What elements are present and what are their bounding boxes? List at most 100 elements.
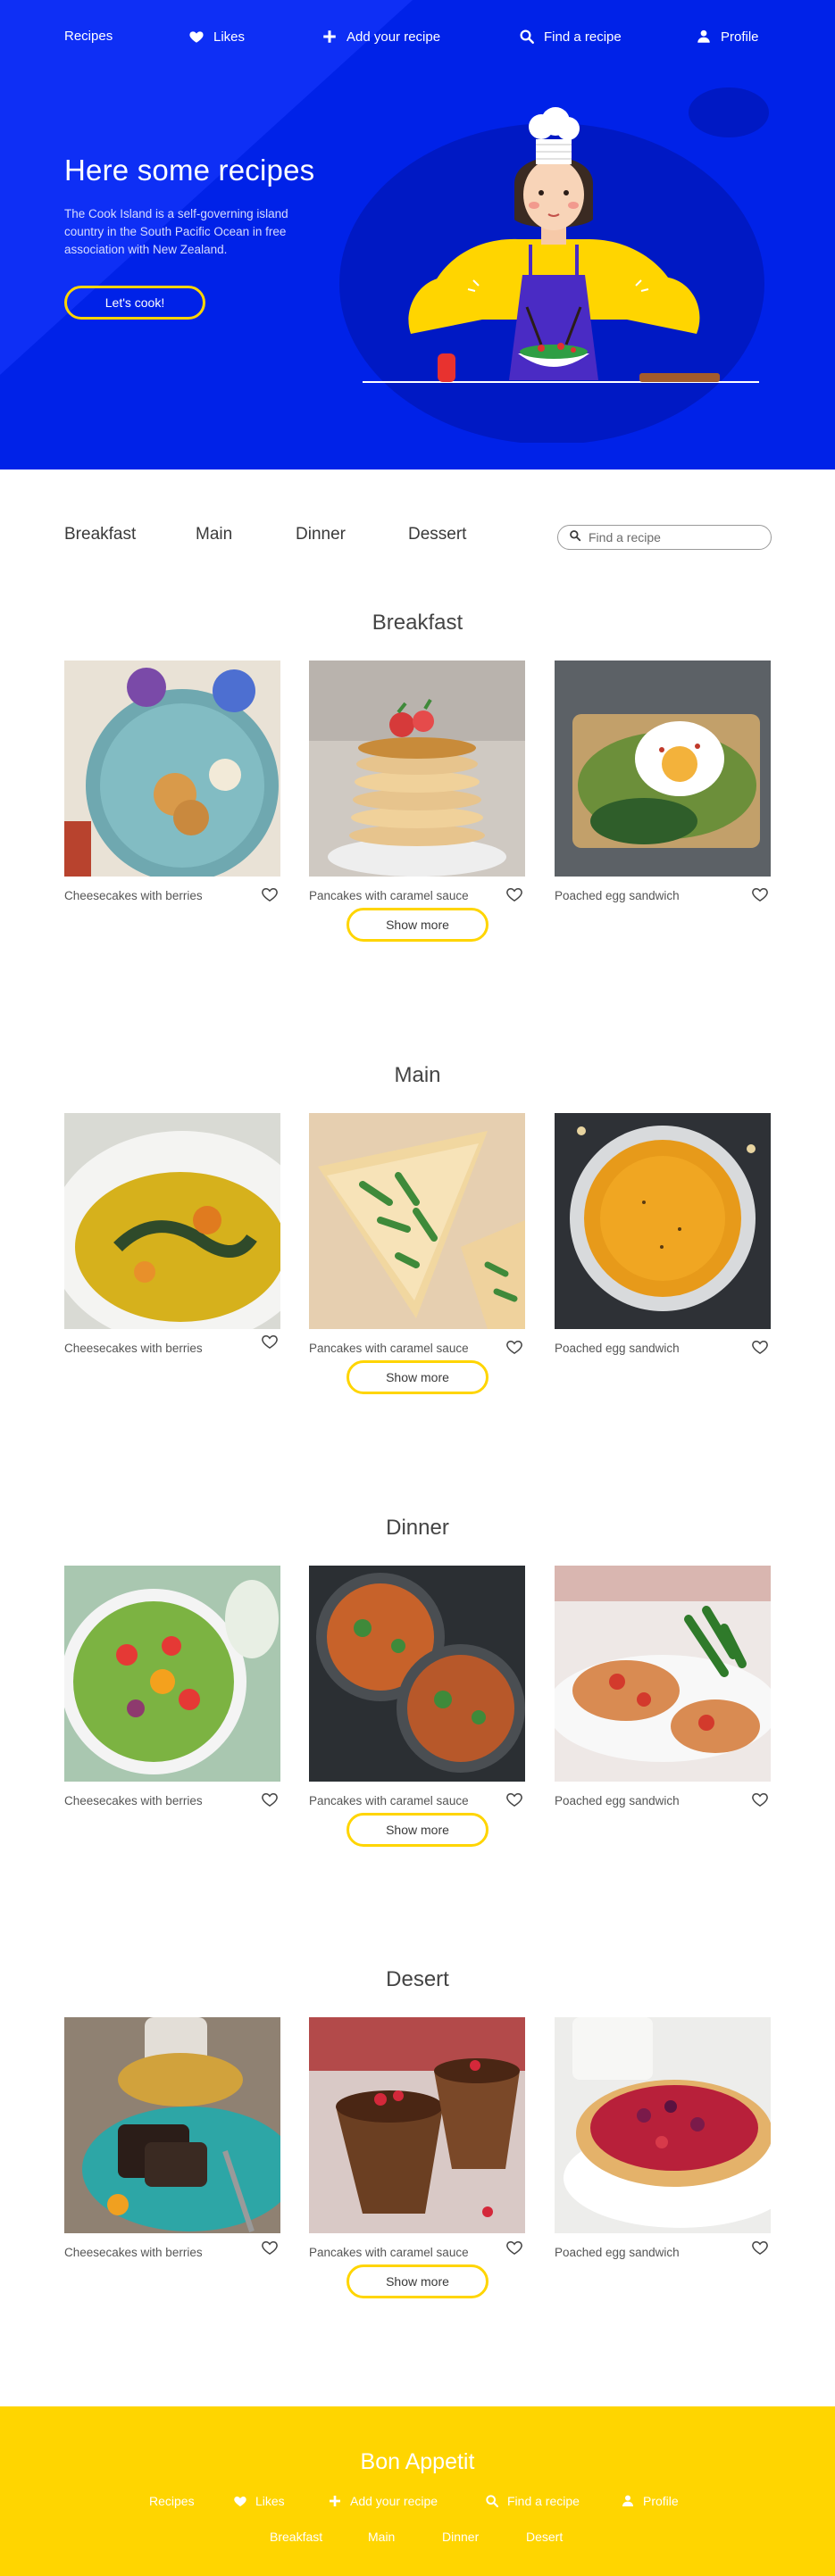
nav-find-recipe-label: Find a recipe <box>544 29 622 45</box>
heart-outline-icon[interactable] <box>751 885 769 903</box>
heart-outline-icon[interactable] <box>505 2239 523 2256</box>
lets-cook-button[interactable]: Let's cook! <box>64 286 205 320</box>
user-icon <box>621 2494 635 2508</box>
show-more-button[interactable]: Show more <box>347 1813 488 1847</box>
recipe-photo[interactable] <box>309 661 525 877</box>
recipe-photo[interactable] <box>64 661 280 877</box>
recipe-card: Cheesecakes with berries <box>64 661 280 902</box>
heart-outline-icon[interactable] <box>505 1791 523 1808</box>
nav-find-recipe[interactable]: Find a recipe <box>519 29 622 45</box>
recipe-card: Cheesecakes with berries <box>64 2017 280 2259</box>
footer-nav-add-recipe-label: Add your recipe <box>350 2494 438 2508</box>
recipe-card: Pancakes with caramel sauce <box>309 661 525 902</box>
recipe-card: Pancakes with caramel sauce <box>309 2017 525 2259</box>
footer-nav-likes[interactable]: Likes <box>233 2494 285 2508</box>
recipe-photo[interactable] <box>309 1113 525 1329</box>
section-title: Desert <box>386 1967 449 1991</box>
nav-profile-label: Profile <box>721 29 759 45</box>
recipe-caption: Poached egg sandwich <box>555 1342 680 1355</box>
recipe-caption: Pancakes with caramel sauce <box>309 889 469 902</box>
footer-link-desert[interactable]: Desert <box>526 2530 563 2544</box>
recipe-caption: Pancakes with caramel sauce <box>309 1794 469 1807</box>
footer-nav-find-recipe-label: Find a recipe <box>507 2494 580 2508</box>
hero-title: Here some recipes <box>64 154 315 187</box>
heart-outline-icon[interactable] <box>261 2239 279 2256</box>
top-nav: Recipes Likes Add your recipe Find a rec… <box>0 0 835 75</box>
recipe-photo[interactable] <box>309 2017 525 2233</box>
section-desert: Desert Cheesecakes with berries Pancakes… <box>0 1967 835 2360</box>
recipe-caption: Cheesecakes with berries <box>64 1794 203 1807</box>
show-more-button[interactable]: Show more <box>347 2264 488 2298</box>
recipe-caption: Cheesecakes with berries <box>64 889 203 902</box>
footer-nav-add-recipe[interactable]: Add your recipe <box>328 2494 438 2508</box>
recipe-photo[interactable] <box>64 1566 280 1782</box>
recipe-photo[interactable] <box>309 1566 525 1782</box>
recipe-photo[interactable] <box>64 2017 280 2233</box>
recipe-caption: Pancakes with caramel sauce <box>309 1342 469 1355</box>
section-breakfast: Breakfast Cheesecakes with berries Panca… <box>0 611 835 1003</box>
tab-breakfast[interactable]: Breakfast <box>64 525 136 544</box>
plus-icon <box>328 2494 342 2508</box>
heart-icon <box>188 29 205 45</box>
recipe-caption: Poached egg sandwich <box>555 889 680 902</box>
footer-link-dinner[interactable]: Dinner <box>442 2530 479 2544</box>
recipe-caption: Poached egg sandwich <box>555 1794 680 1807</box>
nav-recipes[interactable]: Recipes <box>64 29 113 44</box>
heart-icon <box>233 2494 247 2508</box>
nav-likes[interactable]: Likes <box>188 29 245 45</box>
heart-outline-icon[interactable] <box>751 1791 769 1808</box>
recipe-photo[interactable] <box>64 1113 280 1329</box>
recipe-card: Cheesecakes with berries <box>64 1113 280 1355</box>
footer-nav-recipes[interactable]: Recipes <box>149 2494 195 2508</box>
footer-nav-find-recipe[interactable]: Find a recipe <box>485 2494 580 2508</box>
footer-nav-profile[interactable]: Profile <box>621 2494 679 2508</box>
nav-add-recipe-label: Add your recipe <box>347 29 441 45</box>
recipe-card: Pancakes with caramel sauce <box>309 1566 525 1807</box>
show-more-button[interactable]: Show more <box>347 908 488 942</box>
user-icon <box>696 29 712 45</box>
nav-profile[interactable]: Profile <box>696 29 759 45</box>
heart-outline-icon[interactable] <box>261 885 279 903</box>
recipe-caption: Poached egg sandwich <box>555 2246 680 2259</box>
footer-link-breakfast[interactable]: Breakfast <box>270 2530 322 2544</box>
tab-main[interactable]: Main <box>196 525 232 544</box>
recipe-caption: Pancakes with caramel sauce <box>309 2246 469 2259</box>
show-more-button[interactable]: Show more <box>347 1360 488 1394</box>
heart-outline-icon[interactable] <box>261 1791 279 1808</box>
nav-recipes-label: Recipes <box>64 29 113 44</box>
nav-likes-label: Likes <box>213 29 246 45</box>
recipe-photo[interactable] <box>555 661 771 877</box>
category-filter-bar: Breakfast Main Dinner Dessert <box>0 511 835 564</box>
hero-description: The Cook Island is a self-governing isla… <box>64 207 288 256</box>
heart-outline-icon[interactable] <box>505 885 523 903</box>
recipe-photo[interactable] <box>555 1566 771 1782</box>
footer: Bon Appetit Recipes Likes Add your recip… <box>0 2406 835 2576</box>
search-icon <box>519 29 535 45</box>
search-icon <box>485 2494 499 2508</box>
search-input[interactable] <box>589 530 758 544</box>
footer-link-main[interactable]: Main <box>368 2530 395 2544</box>
recipe-photo[interactable] <box>555 2017 771 2233</box>
recipe-card: Poached egg sandwich <box>555 1113 771 1355</box>
nav-add-recipe[interactable]: Add your recipe <box>321 29 440 45</box>
recipe-card: Pancakes with caramel sauce <box>309 1113 525 1355</box>
plus-icon <box>321 29 338 45</box>
recipe-card: Poached egg sandwich <box>555 2017 771 2259</box>
section-title: Dinner <box>386 1516 449 1540</box>
recipe-card: Poached egg sandwich <box>555 661 771 902</box>
tab-dessert[interactable]: Dessert <box>408 525 466 544</box>
section-dinner: Dinner Cheesecakes with berries Pancakes… <box>0 1516 835 1908</box>
heart-outline-icon[interactable] <box>261 1333 279 1350</box>
heart-outline-icon[interactable] <box>751 2239 769 2256</box>
tab-dinner[interactable]: Dinner <box>296 525 346 544</box>
recipe-photo[interactable] <box>555 1113 771 1329</box>
footer-title: Bon Appetit <box>360 2449 475 2474</box>
recipe-card: Cheesecakes with berries <box>64 1566 280 1807</box>
heart-outline-icon[interactable] <box>505 1338 523 1356</box>
section-main: Main Cheesecakes with berries Pancakes w… <box>0 1063 835 1456</box>
section-title: Main <box>394 1063 441 1087</box>
section-title: Breakfast <box>372 611 463 635</box>
search-box <box>557 525 772 550</box>
heart-outline-icon[interactable] <box>751 1338 769 1356</box>
search-icon <box>569 529 581 546</box>
